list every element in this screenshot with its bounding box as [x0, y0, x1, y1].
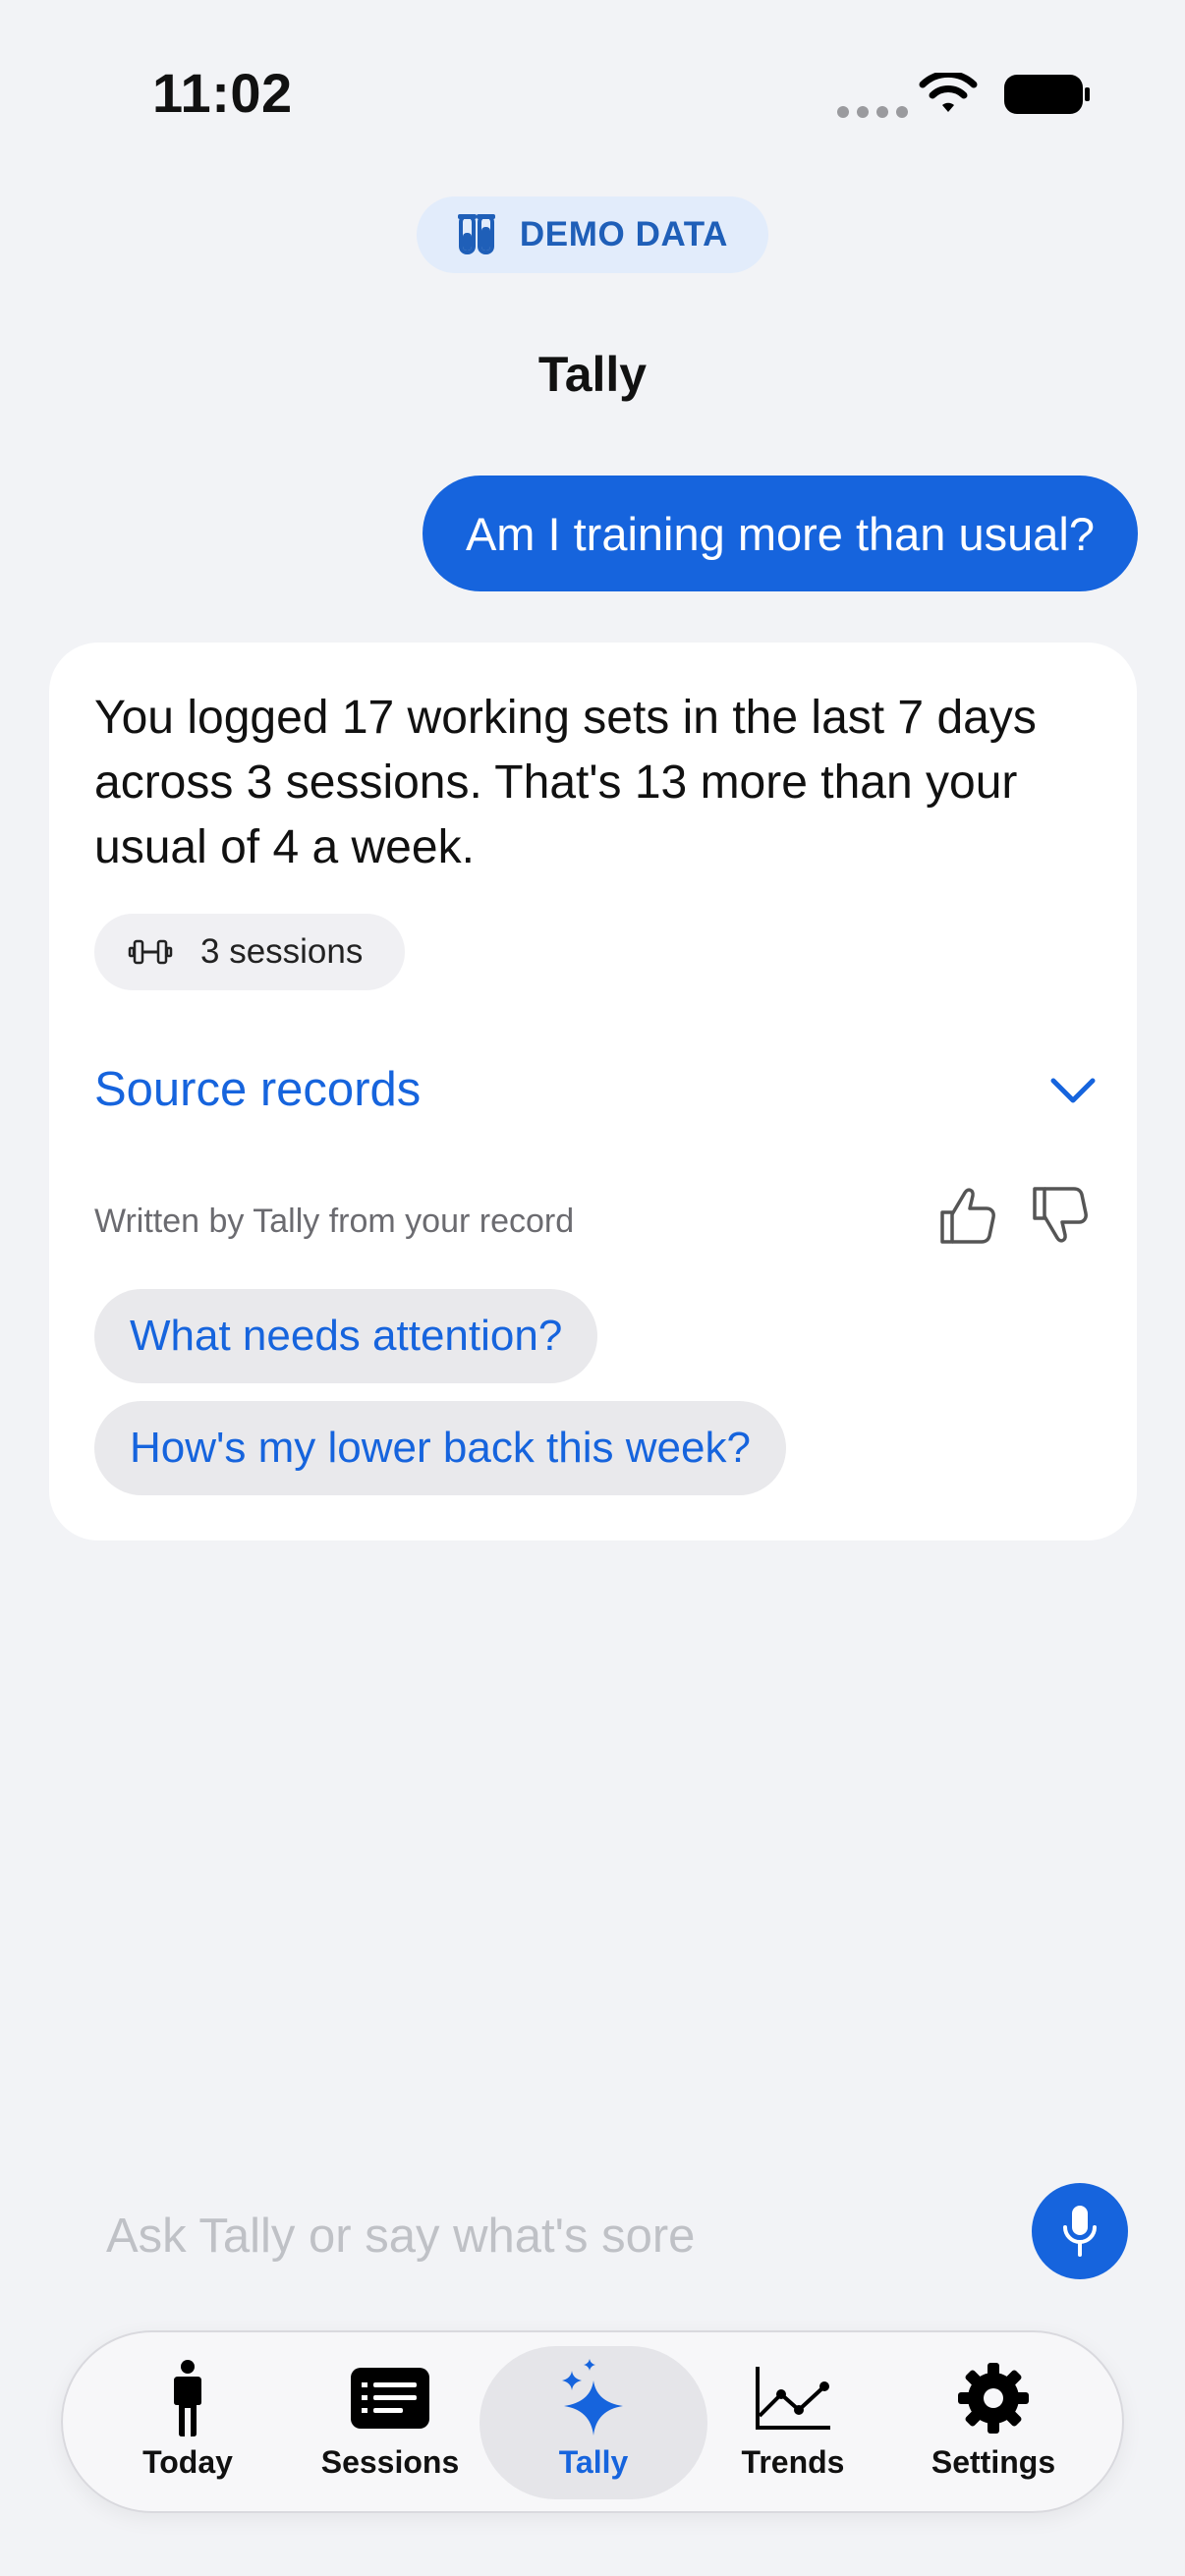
line-chart-icon: [756, 2367, 830, 2430]
tab-today-label: Today: [142, 2444, 233, 2480]
answer-card: You logged 17 working sets in the last 7…: [49, 643, 1137, 1540]
wifi-icon: [919, 73, 978, 112]
tab-settings[interactable]: Settings: [892, 2346, 1095, 2499]
user-message-bubble: Am I training more than usual?: [422, 476, 1138, 591]
demo-data-badge: DEMO DATA: [417, 196, 768, 273]
attribution-text: Written by Tally from your record: [94, 1203, 575, 1240]
tab-tally[interactable]: Tally: [480, 2346, 707, 2499]
person-standing-icon: [174, 2360, 201, 2436]
demo-data-label: DEMO DATA: [519, 215, 729, 253]
battery-icon: [1004, 75, 1090, 114]
gear-icon: [958, 2363, 1029, 2434]
tab-trends[interactable]: Trends: [692, 2346, 894, 2499]
thumbs-up-icon[interactable]: [937, 1185, 996, 1246]
ask-tally-input[interactable]: [106, 2197, 990, 2275]
dumbbell-icon: [128, 939, 173, 965]
tab-sessions[interactable]: Sessions: [289, 2346, 491, 2499]
tab-settings-label: Settings: [931, 2444, 1056, 2480]
thumbs-down-icon[interactable]: [1030, 1185, 1089, 1246]
microphone-button[interactable]: [1032, 2183, 1128, 2279]
tab-bar: Today Sessions Tally Trends Settings: [61, 2330, 1124, 2513]
tally-chat-screen: 11:02 DEMO DATA Tally Am I training more…: [0, 0, 1185, 2576]
sparkles-icon: [562, 2359, 623, 2436]
signal-dots-icon: [837, 106, 908, 118]
tab-tally-label: Tally: [558, 2444, 629, 2480]
suggestion-chip[interactable]: How's my lower back this week?: [94, 1401, 786, 1495]
source-records-label: Source records: [94, 1063, 422, 1116]
status-time: 11:02: [152, 62, 293, 124]
source-records-toggle[interactable]: Source records: [94, 1055, 1097, 1124]
answer-text: You logged 17 working sets in the last 7…: [94, 692, 1037, 873]
sessions-chip-label: 3 sessions: [200, 932, 364, 971]
tab-sessions-label: Sessions: [320, 2444, 460, 2480]
sessions-chip[interactable]: 3 sessions: [94, 914, 405, 990]
page-title: Tally: [537, 347, 648, 402]
tab-trends-label: Trends: [741, 2444, 845, 2480]
test-tubes-icon: [457, 214, 495, 254]
list-card-icon: [351, 2368, 429, 2429]
chevron-down-icon: [1050, 1078, 1096, 1103]
tab-today[interactable]: Today: [86, 2346, 289, 2499]
suggestion-chip[interactable]: What needs attention?: [94, 1289, 598, 1383]
microphone-icon: [1063, 2206, 1097, 2257]
